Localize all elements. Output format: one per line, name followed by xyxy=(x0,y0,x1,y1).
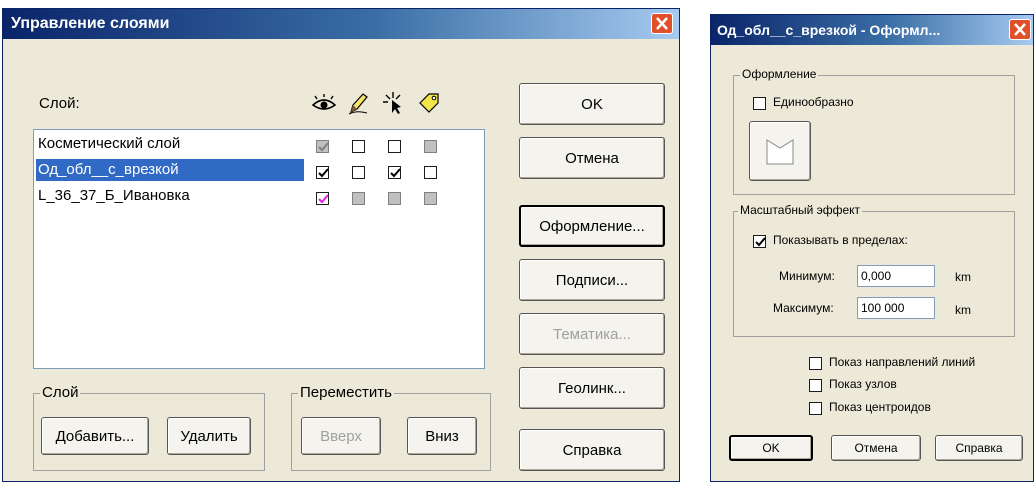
visible-checkbox[interactable] xyxy=(316,192,329,205)
close-icon xyxy=(1014,23,1026,36)
region-style-icon xyxy=(766,139,794,165)
max-unit: km xyxy=(955,303,971,317)
move-down-button[interactable]: Вниз xyxy=(407,417,477,455)
help-button[interactable]: Справка xyxy=(935,435,1023,461)
min-unit: km xyxy=(955,270,971,284)
editable-checkbox[interactable] xyxy=(352,166,365,179)
pencil-icon xyxy=(348,93,368,115)
editable-checkbox[interactable] xyxy=(352,140,365,153)
show-line-direction-label: Показ направлений линий xyxy=(829,355,976,369)
help-button[interactable]: Справка xyxy=(519,429,665,471)
select-cursor-icon xyxy=(383,92,401,114)
visible-checkbox xyxy=(316,140,329,153)
close-button[interactable] xyxy=(651,13,673,34)
ok-button[interactable]: OK xyxy=(519,83,665,125)
uniform-label: Единообразно xyxy=(773,95,854,109)
geolink-button[interactable]: Геолинк... xyxy=(519,367,665,409)
dialog-title: Управление слоями xyxy=(11,15,170,32)
title-bar[interactable]: Управление слоями xyxy=(3,9,679,39)
close-icon xyxy=(656,17,668,30)
layer-list[interactable]: Косметический слой Од_обл__с_врезкой L_3… xyxy=(33,129,485,369)
appearance-group-label: Оформление xyxy=(740,67,819,81)
layer-row-od-obl[interactable]: Од_обл__с_врезкой xyxy=(36,159,304,181)
layer-control-dialog: Управление слоями Слой: Косметический сл… xyxy=(2,8,680,482)
layer-name: L_36_37_Б_Ивановка xyxy=(38,187,190,204)
editable-checkbox xyxy=(352,192,365,205)
dialog-title: Од_обл__с_врезкой - Оформл... xyxy=(717,22,941,38)
visible-checkbox[interactable] xyxy=(316,166,329,179)
style-swatch-button[interactable] xyxy=(749,121,811,181)
show-centroids-label: Показ центроидов xyxy=(829,400,931,414)
uniform-checkbox[interactable] xyxy=(753,97,766,110)
move-up-button: Вверх xyxy=(301,417,381,455)
min-zoom-input[interactable]: 0,000 xyxy=(857,265,935,287)
layer-name: Од_обл__с_врезкой xyxy=(38,161,179,178)
show-nodes-label: Показ узлов xyxy=(829,377,897,391)
labels-checkbox xyxy=(424,140,437,153)
show-within-checkbox[interactable] xyxy=(753,235,766,248)
layer-style-dialog: Од_обл__с_врезкой - Оформл... Оформление… xyxy=(710,14,1034,482)
max-label: Максимум: xyxy=(773,301,834,315)
cancel-button[interactable]: Отмена xyxy=(519,137,665,179)
title-bar[interactable]: Од_обл__с_врезкой - Оформл... xyxy=(711,15,1033,45)
layer-list-label: Слой: xyxy=(39,95,80,112)
max-zoom-input[interactable]: 100 000 xyxy=(857,297,935,319)
show-line-direction-checkbox[interactable] xyxy=(809,357,822,370)
eye-icon xyxy=(311,94,337,110)
close-button[interactable] xyxy=(1009,19,1031,40)
selectable-checkbox xyxy=(388,192,401,205)
label-tag-icon xyxy=(419,93,439,113)
thematic-button: Тематика... xyxy=(519,313,665,355)
ok-button[interactable]: OK xyxy=(729,435,813,461)
layer-name: Косметический слой xyxy=(38,135,181,152)
min-label: Минимум: xyxy=(779,269,835,283)
selectable-checkbox[interactable] xyxy=(388,140,401,153)
move-group-label: Переместить xyxy=(298,384,394,401)
cancel-button[interactable]: Отмена xyxy=(831,435,921,461)
show-centroids-checkbox[interactable] xyxy=(809,402,822,415)
layer-row-cosmetic[interactable]: Косметический слой xyxy=(36,133,482,155)
show-nodes-checkbox[interactable] xyxy=(809,379,822,392)
layer-row-ivanovka[interactable]: L_36_37_Б_Ивановка xyxy=(36,185,482,207)
zoom-group-label: Масштабный эффект xyxy=(738,203,863,217)
show-within-label: Показывать в пределах: xyxy=(773,233,908,247)
add-layer-button[interactable]: Добавить... xyxy=(41,417,149,455)
labels-button[interactable]: Подписи... xyxy=(519,259,665,301)
layer-group-label: Слой xyxy=(40,384,81,401)
style-button[interactable]: Оформление... xyxy=(519,205,665,247)
selectable-checkbox[interactable] xyxy=(388,166,401,179)
labels-checkbox xyxy=(424,192,437,205)
labels-checkbox[interactable] xyxy=(424,166,437,179)
remove-layer-button[interactable]: Удалить xyxy=(167,417,251,455)
